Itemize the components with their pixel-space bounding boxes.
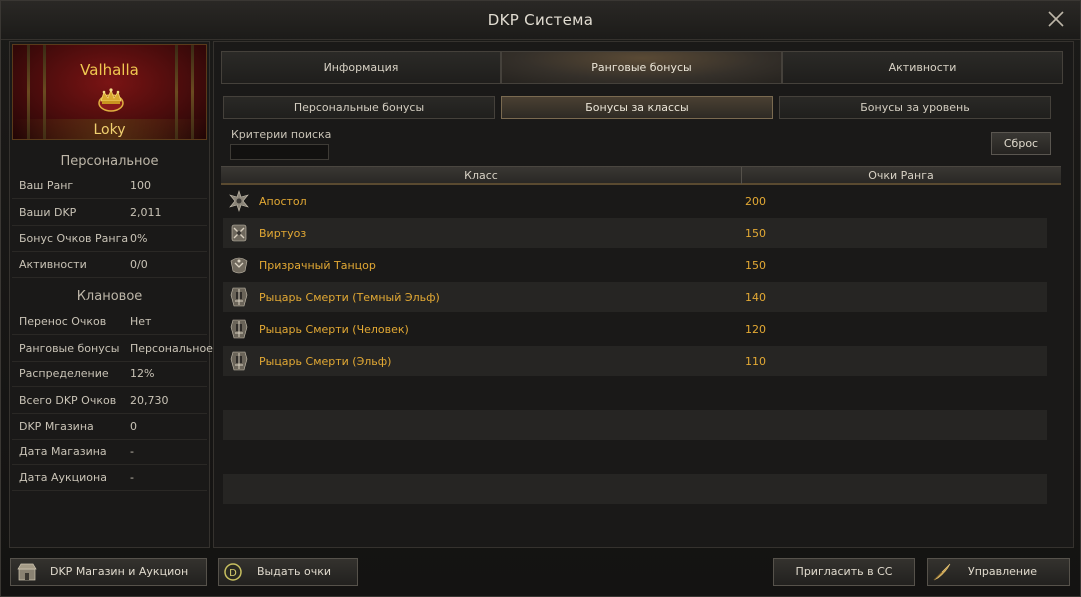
table-row[interactable]: Рыцарь Смерти (Темный Эльф) 140 <box>223 282 1047 312</box>
stat-row: Ранговые бонусы Персональное <box>12 336 213 362</box>
personal-section-title: Персональное <box>60 154 159 169</box>
dkp-window: DKP Система Valhalla Loky Персональное В… <box>0 0 1081 597</box>
rank-points: 150 <box>745 259 766 272</box>
stat-value: 100 <box>130 179 151 192</box>
stat-label: Активности <box>19 258 87 271</box>
close-icon[interactable] <box>1046 9 1066 29</box>
subtab-class-bonuses[interactable]: Бонусы за классы <box>501 96 773 119</box>
search-label: Критерии поиска <box>231 128 332 141</box>
player-name: Loky <box>13 119 206 139</box>
class-name: Рыцарь Смерти (Человек) <box>259 323 409 336</box>
stat-row: Распределение 12% <box>12 361 207 387</box>
subtab-level-bonuses[interactable]: Бонусы за уровень <box>779 96 1051 119</box>
stat-row: Дата Аукциона - <box>12 465 207 491</box>
crown-icon <box>96 87 126 113</box>
stat-value: 0 <box>130 420 137 433</box>
stat-row: Ваш Ранг 100 <box>12 173 207 199</box>
stat-row: DKP Мгазина 0 <box>12 414 207 440</box>
stat-value: - <box>130 445 134 458</box>
table-row[interactable]: Виртуоз 150 <box>223 218 1047 248</box>
stat-label: Ваш Ранг <box>19 179 74 192</box>
table-header: Класс Очки Ранга <box>221 166 1061 185</box>
stat-value: 0/0 <box>130 258 148 271</box>
apostle-class-icon <box>227 189 251 213</box>
stat-row: Перенос Очков Нет <box>12 309 207 335</box>
empty-row <box>223 410 1047 440</box>
invite-cc-button[interactable]: Пригласить в СС <box>773 558 915 586</box>
table-row[interactable]: Призрачный Танцор 150 <box>223 250 1047 280</box>
phantom-dancer-class-icon <box>227 253 251 277</box>
quill-icon <box>932 562 952 582</box>
dkp-shop-auction-label: DKP Магазин и Аукцион <box>50 565 189 578</box>
stat-row: Активности 0/0 <box>12 252 207 278</box>
stat-value: 2,011 <box>130 206 162 219</box>
stat-value: Нет <box>130 315 152 328</box>
rank-points: 110 <box>745 355 766 368</box>
stat-label: DKP Мгазина <box>19 420 94 433</box>
class-name: Рыцарь Смерти (Эльф) <box>259 355 392 368</box>
stat-label: Ваши DKP <box>19 206 77 219</box>
virtuoso-class-icon <box>227 221 251 245</box>
stat-row: Всего DKP Очков 20,730 <box>12 388 207 414</box>
manage-label: Управление <box>968 565 1038 578</box>
table-row[interactable]: Рыцарь Смерти (Человек) 120 <box>223 314 1047 344</box>
death-knight-class-icon <box>227 317 251 341</box>
rank-points: 140 <box>745 291 766 304</box>
class-name: Апостол <box>259 195 307 208</box>
search-input[interactable] <box>230 144 329 160</box>
dkp-shop-auction-button[interactable]: DKP Магазин и Аукцион <box>10 558 207 586</box>
stat-label: Распределение <box>19 367 109 380</box>
death-knight-class-icon <box>227 349 251 373</box>
stat-value: - <box>130 471 134 484</box>
class-name: Призрачный Танцор <box>259 259 376 272</box>
tab-activities[interactable]: Активности <box>782 51 1063 84</box>
stat-row: Ваши DKP 2,011 <box>12 200 207 226</box>
stat-value: 20,730 <box>130 394 169 407</box>
tab-rank-bonuses[interactable]: Ранговые бонусы <box>501 51 782 84</box>
stat-label: Всего DKP Очков <box>19 394 117 407</box>
stat-value: Персональное <box>130 342 213 355</box>
profile-panel: Valhalla Loky Персональное Ваш Ранг 100 … <box>9 41 213 548</box>
class-bonus-table: Апостол 200 Виртуоз 150 Призрачный Танцо… <box>223 186 1047 504</box>
give-points-button[interactable]: D Выдать очки <box>218 558 358 586</box>
column-header-class[interactable]: Класс <box>221 169 741 182</box>
rank-points: 200 <box>745 195 766 208</box>
table-row[interactable]: Рыцарь Смерти (Эльф) 110 <box>223 346 1047 376</box>
clan-name: Valhalla <box>80 61 139 79</box>
empty-row <box>223 474 1047 504</box>
stat-label: Дата Аукциона <box>19 471 107 484</box>
empty-row <box>223 442 1047 472</box>
svg-text:D: D <box>229 568 237 579</box>
window-title: DKP Система <box>487 11 594 29</box>
class-name: Виртуоз <box>259 227 307 240</box>
clan-section-title: Клановое <box>76 289 143 304</box>
stat-row: Бонус Очков Ранга 0% <box>12 226 207 252</box>
stat-label: Ранговые бонусы <box>19 342 120 355</box>
class-name: Рыцарь Смерти (Темный Эльф) <box>259 291 440 304</box>
rank-points: 120 <box>745 323 766 336</box>
tab-information[interactable]: Информация <box>221 51 501 84</box>
stat-label: Дата Магазина <box>19 445 107 458</box>
manage-button[interactable]: Управление <box>927 558 1070 586</box>
stat-value: 12% <box>130 367 155 380</box>
death-knight-class-icon <box>227 285 251 309</box>
title-bar: DKP Система <box>1 1 1080 40</box>
stat-label: Бонус Очков Ранга <box>19 232 129 245</box>
clan-banner: Valhalla Loky <box>12 44 207 140</box>
reset-button[interactable]: Сброс <box>991 132 1051 155</box>
empty-row <box>223 378 1047 408</box>
dkp-coin-icon: D <box>223 562 243 582</box>
table-row[interactable]: Апостол 200 <box>223 186 1047 216</box>
stat-value: 0% <box>130 232 148 245</box>
give-points-label: Выдать очки <box>257 565 331 578</box>
main-panel: Информация Ранговые бонусы Активности Пе… <box>213 41 1074 548</box>
stat-row: Дата Магазина - <box>12 439 207 465</box>
stat-label: Перенос Очков <box>19 315 107 328</box>
rank-points: 150 <box>745 227 766 240</box>
shop-icon <box>17 562 37 582</box>
subtab-personal-bonuses[interactable]: Персональные бонусы <box>223 96 495 119</box>
column-header-rank-points[interactable]: Очки Ранга <box>742 169 1060 182</box>
